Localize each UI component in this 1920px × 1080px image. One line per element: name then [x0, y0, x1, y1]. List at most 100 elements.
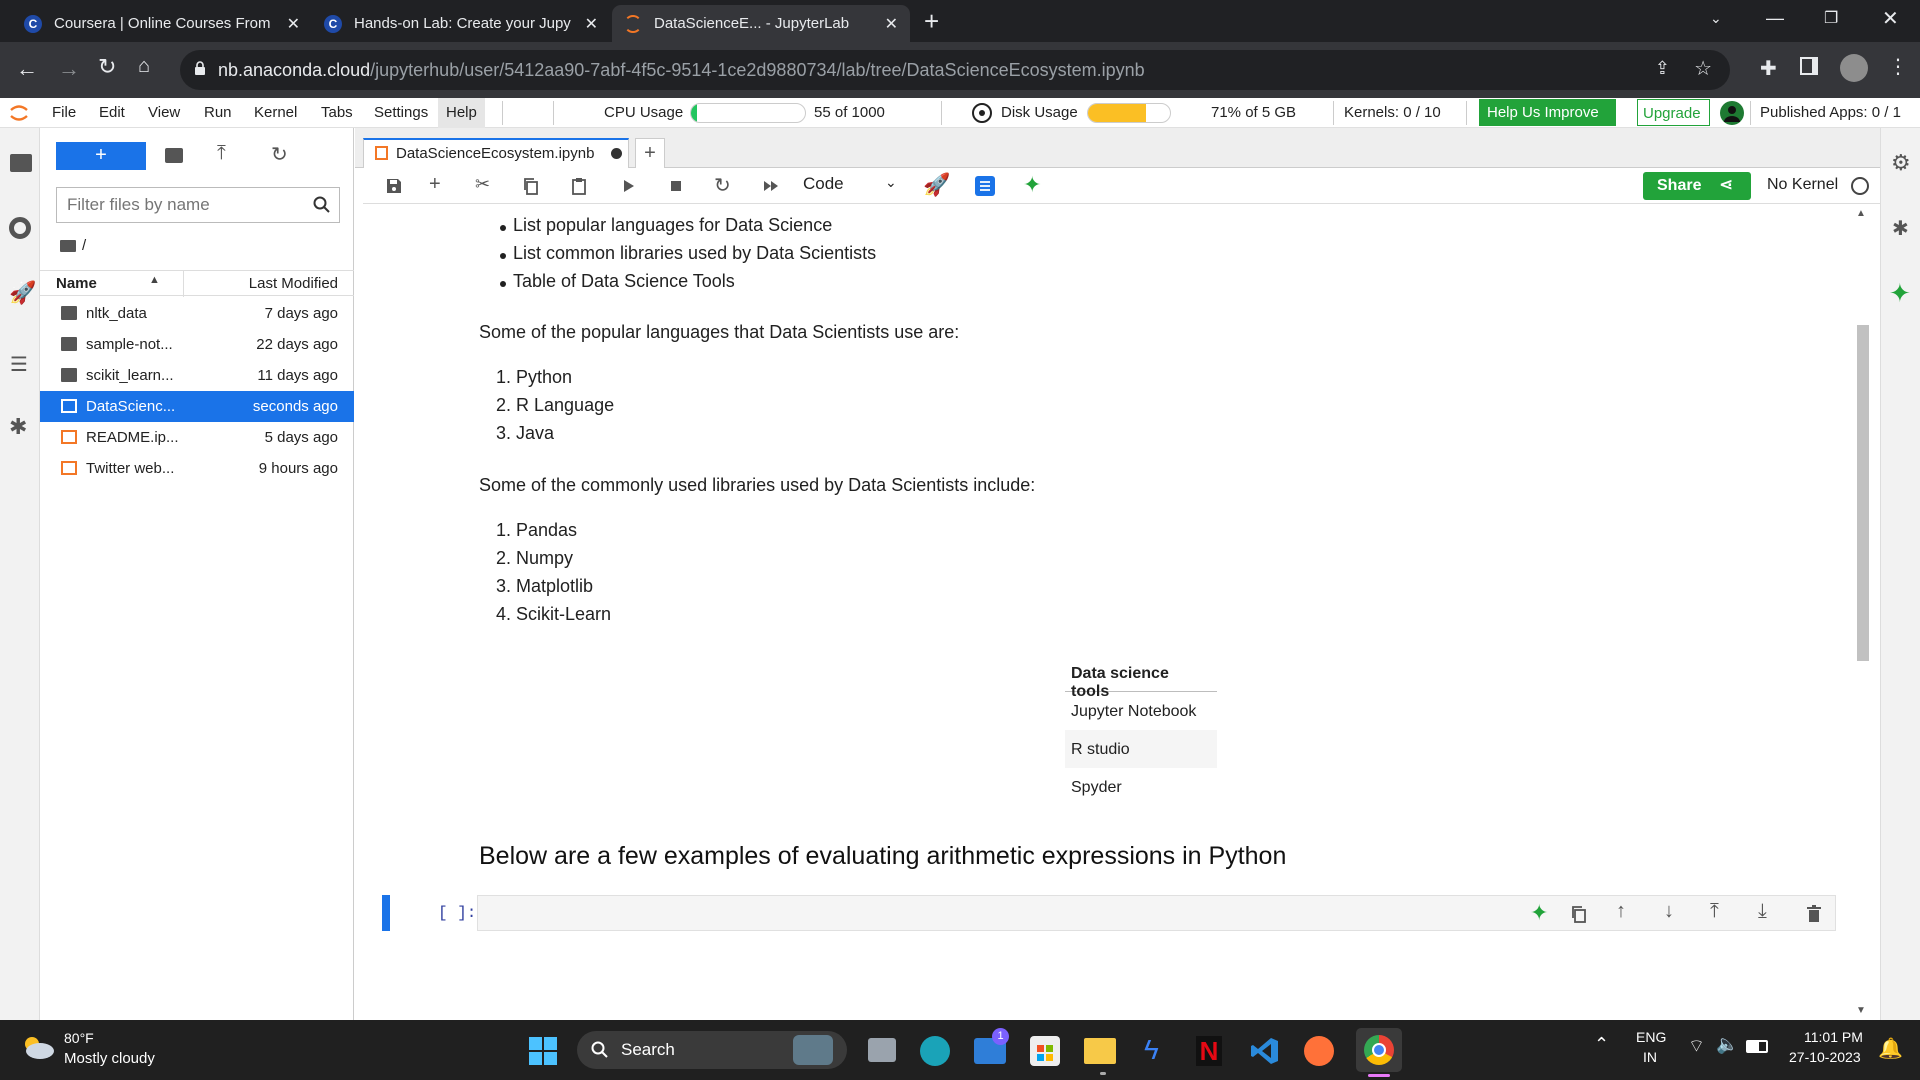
filter-files-field[interactable] — [56, 187, 340, 223]
stop-icon[interactable] — [667, 177, 685, 195]
forward-icon[interactable]: → — [58, 56, 80, 82]
task-view-icon[interactable] — [868, 1038, 896, 1062]
input-language[interactable]: ENG — [1636, 1029, 1666, 1045]
menu-run[interactable]: Run — [204, 104, 232, 121]
netflix-icon[interactable]: N — [1196, 1036, 1222, 1066]
notification-icon[interactable]: 🔔 — [1878, 1036, 1903, 1061]
scroll-up-icon[interactable]: ▲ — [1856, 208, 1866, 219]
table-of-contents-icon[interactable]: ☰ — [10, 352, 28, 377]
more-menu-icon[interactable]: ⋮ — [1888, 54, 1908, 79]
folder-icon[interactable] — [10, 154, 32, 172]
code-cell-editor[interactable]: ✦ ↑ ↓ ⤒ ⤓ — [477, 895, 1836, 931]
browser-tab-jupyterlab[interactable]: DataScienceE... - JupyterLab ✕ — [612, 5, 910, 42]
new-tab-button[interactable]: + — [635, 138, 665, 168]
kernel-status[interactable]: No Kernel — [1767, 176, 1838, 194]
delete-cell-icon[interactable] — [1806, 905, 1822, 923]
chevron-up-icon[interactable]: ⌃ — [1594, 1034, 1609, 1055]
unsaved-indicator-icon[interactable] — [611, 148, 622, 159]
move-up-icon[interactable]: ↑ — [1616, 900, 1626, 923]
scrollbar-thumb[interactable] — [1857, 325, 1869, 661]
clock-date[interactable]: 27-10-2023 — [1789, 1049, 1861, 1065]
minimize-button[interactable]: — — [1766, 8, 1784, 29]
debugger-icon[interactable]: ✱ — [1892, 216, 1909, 241]
extension-manager-icon[interactable]: ✱ — [9, 414, 27, 440]
fast-forward-icon[interactable] — [762, 177, 780, 195]
ai-assistant-icon[interactable]: ✦ — [1530, 900, 1548, 926]
share-button[interactable]: Share ⋖ — [1643, 172, 1751, 200]
move-down-icon[interactable]: ↓ — [1664, 900, 1674, 923]
volume-icon[interactable]: 🔈 — [1716, 1034, 1738, 1055]
home-icon[interactable]: ⌂ — [138, 55, 150, 78]
file-explorer-icon[interactable] — [1084, 1038, 1116, 1064]
refresh-icon[interactable]: ↻ — [271, 142, 288, 167]
menu-settings[interactable]: Settings — [374, 104, 428, 121]
file-row[interactable]: README.ip... 5 days ago — [40, 422, 354, 453]
sort-ascending-icon[interactable]: ▲ — [149, 274, 160, 286]
file-row[interactable]: scikit_learn... 11 days ago — [40, 360, 354, 391]
back-icon[interactable]: ← — [16, 56, 38, 82]
user-icon[interactable] — [1720, 101, 1744, 125]
insert-above-icon[interactable]: ⤒ — [1710, 900, 1719, 923]
chrome-taskbar-item[interactable] — [1356, 1028, 1402, 1072]
file-row[interactable]: sample-not... 22 days ago — [40, 329, 354, 360]
ai-assistant-icon[interactable]: ✦ — [1023, 172, 1041, 197]
menu-help[interactable]: Help — [438, 98, 485, 128]
start-windows-icon[interactable] — [528, 1036, 558, 1066]
property-inspector-icon[interactable]: ⚙ — [1891, 150, 1911, 176]
store-icon[interactable] — [1030, 1036, 1060, 1066]
file-row[interactable]: nltk_data 7 days ago — [40, 298, 354, 329]
browser-tab-coursera[interactable]: C Coursera | Online Courses From ✕ — [12, 5, 312, 42]
chevron-down-icon[interactable]: ⌄ — [1710, 10, 1722, 27]
wifi-icon[interactable]: ⌔ — [1688, 1035, 1705, 1058]
bookmark-star-icon[interactable]: ☆ — [1694, 56, 1712, 81]
new-folder-icon[interactable] — [165, 148, 183, 163]
close-icon[interactable]: ✕ — [585, 14, 598, 34]
cut-icon[interactable]: ✂ — [475, 174, 493, 194]
running-sessions-icon[interactable] — [9, 217, 31, 239]
close-icon[interactable]: ✕ — [885, 14, 898, 34]
firefox-icon[interactable] — [1304, 1036, 1334, 1066]
tab-notebook[interactable]: DataScienceEcosystem.ipynb — [363, 138, 629, 168]
avatar[interactable] — [1840, 54, 1868, 82]
run-icon[interactable] — [619, 177, 637, 195]
file-row[interactable]: Twitter web... 9 hours ago — [40, 453, 354, 484]
reload-icon[interactable]: ↻ — [98, 54, 116, 80]
share-page-icon[interactable]: ⇪ — [1655, 58, 1670, 79]
ai-assistant-icon[interactable]: ✦ — [1889, 278, 1911, 309]
new-tab-button[interactable]: + — [924, 6, 939, 37]
clock-time[interactable]: 11:01 PM — [1804, 1029, 1863, 1045]
upgrade-button[interactable]: Upgrade — [1637, 99, 1710, 126]
url-input[interactable]: nb.anaconda.cloud/jupyterhub/user/5412aa… — [180, 50, 1730, 90]
variable-inspector-icon[interactable] — [975, 176, 995, 196]
save-icon[interactable] — [385, 177, 403, 195]
vertical-scrollbar[interactable]: ▲ ▼ — [1852, 205, 1872, 1020]
upload-icon[interactable]: ⤒ — [217, 142, 226, 165]
battery-icon[interactable] — [1746, 1040, 1768, 1053]
insert-below-icon[interactable]: ⤓ — [1758, 900, 1767, 923]
menu-edit[interactable]: Edit — [99, 104, 125, 121]
restart-icon[interactable]: ↻ — [714, 173, 732, 197]
filter-files-input[interactable] — [57, 188, 297, 222]
file-row[interactable]: DataScienc... seconds ago — [40, 391, 354, 422]
close-icon[interactable]: ✕ — [287, 14, 300, 34]
duplicate-cell-icon[interactable] — [1570, 905, 1588, 923]
menu-tabs[interactable]: Tabs — [321, 104, 353, 121]
menu-view[interactable]: View — [148, 104, 180, 121]
help-us-improve-button[interactable]: Help Us Improve — [1479, 99, 1616, 126]
vpn-app-icon[interactable]: ϟ — [1144, 1034, 1159, 1066]
input-region[interactable]: IN — [1643, 1049, 1657, 1065]
edge-icon[interactable] — [920, 1036, 950, 1066]
browser-tab-hands-on-lab[interactable]: C Hands-on Lab: Create your Jupy ✕ — [312, 5, 610, 42]
cell-type-select[interactable]: Code ⌄ — [803, 174, 903, 198]
menu-file[interactable]: File — [52, 104, 76, 121]
breadcrumb[interactable]: / — [82, 237, 86, 254]
extensions-icon[interactable]: ✚ — [1760, 56, 1777, 81]
scroll-down-icon[interactable]: ▼ — [1856, 1005, 1866, 1016]
vscode-icon[interactable] — [1250, 1036, 1280, 1066]
weather-cloudy-icon[interactable] — [20, 1034, 56, 1060]
new-launcher-button[interactable]: + — [56, 142, 146, 170]
rocket-icon[interactable]: 🚀 — [9, 280, 36, 306]
column-header-name[interactable]: Name — [56, 275, 97, 292]
restore-button[interactable]: ❐ — [1824, 8, 1838, 28]
column-header-last-modified[interactable]: Last Modified — [249, 275, 338, 292]
